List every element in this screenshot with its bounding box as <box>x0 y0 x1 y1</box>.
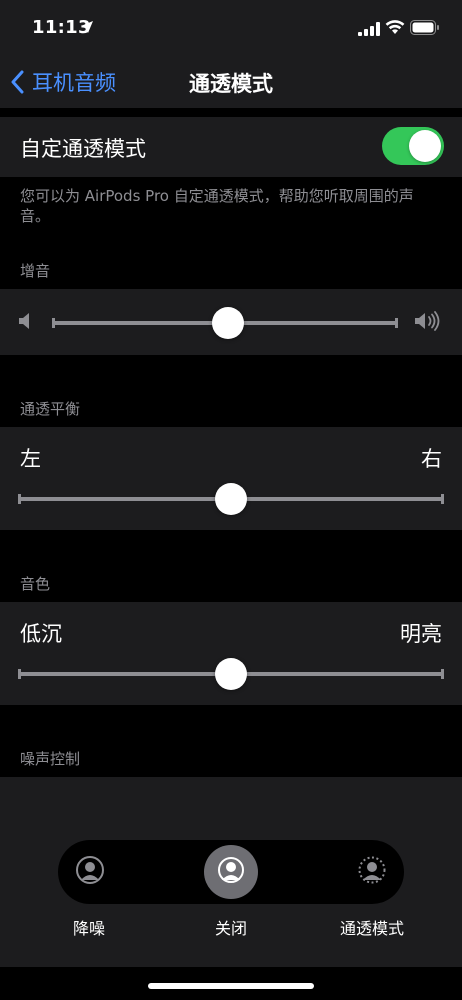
slider-max-cap <box>441 494 444 504</box>
amplification-slider[interactable] <box>52 307 398 339</box>
battery-icon <box>410 20 439 35</box>
balance-slider-thumb[interactable] <box>215 483 247 515</box>
noise-control-selector <box>58 840 404 904</box>
tone-slider[interactable] <box>18 658 444 690</box>
balance-slider-row: 左 右 <box>0 427 462 530</box>
wifi-icon <box>385 20 405 34</box>
volume-high-icon <box>415 311 440 331</box>
noise-control-option-off[interactable] <box>204 845 258 899</box>
tone-slider-row: 低沉 明亮 <box>0 602 462 705</box>
noise-control-label-off: 关闭 <box>214 919 247 938</box>
amplification-header: 增音 <box>20 262 51 280</box>
tone-right-label: 明亮 <box>400 622 442 646</box>
location-arrow-icon <box>81 21 93 33</box>
balance-right-label: 右 <box>421 447 442 471</box>
tone-slider-thumb[interactable] <box>215 658 247 690</box>
home-indicator[interactable] <box>148 983 314 989</box>
tone-left-label: 低沉 <box>20 622 62 646</box>
transparency-icon <box>358 856 386 884</box>
balance-left-label: 左 <box>20 447 41 471</box>
noise-cancellation-icon <box>76 856 104 884</box>
slider-max-cap <box>441 669 444 679</box>
toggle-knob <box>409 130 441 162</box>
screen: 11:13 耳机音频 通透模式 自定通透模式 您可以为 AirPods Pro … <box>0 0 462 1000</box>
navigation-bar: 耳机音频 通透模式 <box>0 58 462 108</box>
page-title: 通透模式 <box>189 72 273 96</box>
custom-transparency-row: 自定通透模式 <box>0 117 462 177</box>
noise-control-option-noise-cancellation[interactable] <box>63 845 117 899</box>
noise-control-label-noise-cancellation: 降噪 <box>72 919 105 938</box>
balance-slider[interactable] <box>18 483 444 515</box>
custom-transparency-label: 自定通透模式 <box>20 137 146 161</box>
amplification-slider-thumb[interactable] <box>212 307 245 339</box>
tone-header: 音色 <box>20 575 51 593</box>
noise-control-option-transparency[interactable] <box>345 845 399 899</box>
noise-control-header: 噪声控制 <box>20 750 81 768</box>
volume-low-icon <box>19 313 29 329</box>
custom-transparency-footer: 您可以为 AirPods Pro 自定通透模式，帮助您听取周围的声音。 <box>20 187 414 225</box>
status-bar: 11:13 <box>0 0 462 58</box>
cellular-signal-icon <box>358 22 380 36</box>
slider-max-cap <box>395 318 398 328</box>
custom-transparency-toggle[interactable] <box>382 127 444 165</box>
noise-control-label-transparency: 通透模式 <box>339 919 404 938</box>
balance-header: 通透平衡 <box>20 400 81 418</box>
amplification-slider-row <box>0 289 462 355</box>
off-icon <box>218 857 244 883</box>
